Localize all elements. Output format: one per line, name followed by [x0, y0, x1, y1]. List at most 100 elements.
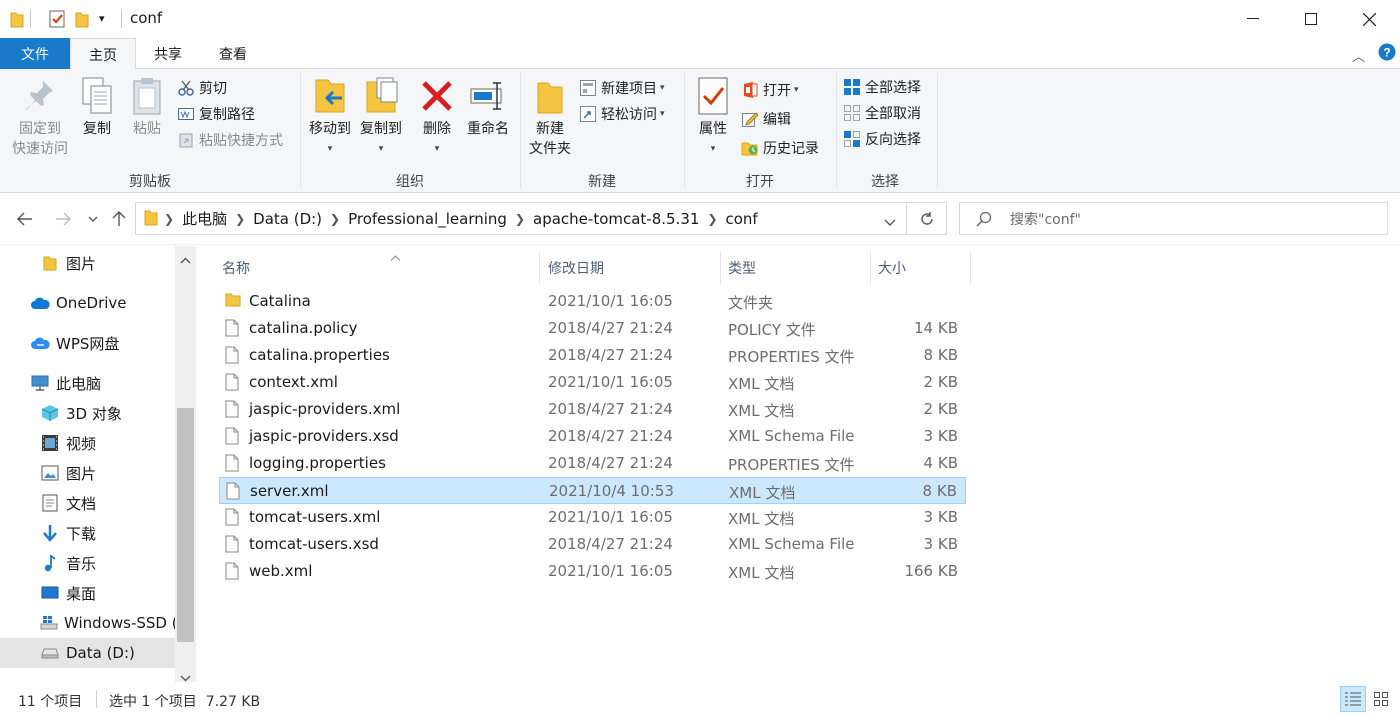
breadcrumb-separator-icon[interactable]: ❯: [707, 212, 717, 226]
file-row[interactable]: tomcat-users.xml 2021/10/1 16:05 XML 文档 3 K…: [219, 504, 966, 531]
back-arrow-icon[interactable]: [12, 207, 38, 231]
copy-path-button[interactable]: 复制路径: [177, 103, 255, 125]
nav-item-documents[interactable]: 文档: [40, 488, 174, 518]
new-folder-button[interactable]: 新建 文件夹: [525, 75, 575, 159]
select-none-button[interactable]: 全部取消: [843, 102, 921, 124]
file-row[interactable]: logging.properties 2018/4/27 21:24 PROPERT…: [219, 450, 966, 477]
tab-home[interactable]: 主页: [70, 38, 136, 70]
large-icons-view-icon: [1374, 692, 1388, 706]
copy-path-label: 复制路径: [199, 107, 255, 123]
column-header-size[interactable]: 大小: [870, 252, 970, 284]
delete-button[interactable]: 删除 ▾: [415, 75, 459, 159]
file-row[interactable]: jaspic-providers.xsd 2018/4/27 21:24 XML S…: [219, 423, 966, 450]
breadcrumb-separator-icon[interactable]: ❯: [515, 212, 525, 226]
breadcrumb-separator-icon[interactable]: ❯: [235, 212, 245, 226]
history-button[interactable]: 历史记录: [741, 137, 819, 159]
file-row[interactable]: server.xml 2021/10/4 10:53 XML 文档 8 KB: [219, 477, 966, 504]
nav-item-music[interactable]: 音乐: [40, 548, 174, 578]
breadcrumb-this-pc[interactable]: 此电脑: [182, 208, 227, 229]
details-view-button[interactable]: [1340, 686, 1366, 712]
new-folder-icon[interactable]: [75, 10, 89, 28]
collapse-ribbon-icon[interactable]: ︿: [1352, 46, 1365, 65]
tab-view[interactable]: 查看: [200, 38, 266, 69]
invert-selection-button[interactable]: 反向选择: [843, 128, 921, 150]
file-row[interactable]: Catalina 2021/10/1 16:05 文件夹: [219, 288, 966, 315]
minimize-button[interactable]: [1224, 0, 1282, 38]
file-name: server.xml: [250, 482, 329, 500]
properties-checkmark-icon[interactable]: [48, 10, 66, 28]
file-modified-date: 2021/10/4 10:53: [549, 482, 674, 500]
file-name: web.xml: [249, 562, 313, 580]
file-row[interactable]: tomcat-users.xsd 2018/4/27 21:24 XML Schem…: [219, 531, 966, 558]
breadcrumb-professional-learning[interactable]: Professional_learning: [348, 210, 507, 228]
new-item-button[interactable]: 新建项目 ▾: [579, 77, 665, 99]
file-row[interactable]: context.xml 2021/10/1 16:05 XML 文档 2 KB: [219, 369, 966, 396]
easy-access-dropdown-icon: ▾: [660, 109, 665, 119]
nav-item-pictures[interactable]: 图片: [40, 458, 174, 488]
maximize-button[interactable]: [1282, 0, 1340, 38]
select-all-button[interactable]: 全部选择: [843, 76, 921, 98]
close-button[interactable]: [1340, 0, 1398, 38]
breadcrumb-data-drive[interactable]: Data (D:): [253, 210, 322, 228]
scroll-down-arrow-icon[interactable]: [180, 670, 191, 682]
copy-to-button[interactable]: 复制到 ▾: [356, 75, 406, 159]
file-type: PROPERTIES 文件: [728, 456, 855, 474]
column-header-date[interactable]: 修改日期: [540, 252, 720, 284]
nav-pane-scrollbar[interactable]: [175, 246, 196, 682]
open-button[interactable]: 打开 ▾: [741, 79, 799, 101]
file-icon: [225, 508, 243, 526]
address-history-chevron-icon[interactable]: [884, 214, 896, 230]
breadcrumb-conf[interactable]: conf: [726, 210, 758, 228]
nav-item-downloads[interactable]: 下载: [40, 518, 174, 548]
nav-item-videos[interactable]: 视频: [40, 428, 174, 458]
customize-toolbar-dropdown-icon[interactable]: ▾: [99, 12, 105, 30]
file-type: XML 文档: [728, 402, 795, 420]
forward-arrow-icon[interactable]: [50, 207, 76, 231]
address-bar[interactable]: ❯ 此电脑 ❯ Data (D:) ❯ Professional_learnin…: [135, 202, 907, 235]
item-count: 11 个项目: [18, 694, 83, 710]
nav-item-this-pc[interactable]: 此电脑: [30, 368, 174, 398]
search-box[interactable]: 搜索"conf": [959, 202, 1388, 235]
tab-file[interactable]: 文件: [0, 38, 70, 69]
easy-access-button[interactable]: 轻松访问 ▾: [579, 103, 665, 125]
group-divider: [937, 73, 938, 189]
column-divider[interactable]: [970, 252, 971, 284]
up-arrow-icon[interactable]: [108, 207, 130, 231]
column-header-name[interactable]: 名称: [214, 252, 539, 284]
large-icons-view-button[interactable]: [1368, 686, 1394, 712]
scrollbar-thumb[interactable]: [177, 408, 194, 642]
nav-item-windows-ssd[interactable]: Windows-SSD (: [40, 608, 178, 638]
properties-button[interactable]: 属性 ▾: [691, 75, 735, 159]
tab-share[interactable]: 共享: [136, 38, 200, 69]
paste-shortcut-button[interactable]: 粘贴快捷方式: [177, 129, 283, 151]
wps-cloud-icon: [30, 334, 50, 352]
refresh-button[interactable]: [907, 202, 947, 235]
breadcrumb-separator-icon[interactable]: ❯: [330, 212, 340, 226]
nav-item-onedrive[interactable]: OneDrive: [30, 288, 174, 318]
pin-to-quick-access-button[interactable]: 固定到 快速访问: [8, 75, 72, 159]
nav-item-wps-drive[interactable]: WPS网盘: [30, 328, 174, 358]
recent-locations-chevron-icon[interactable]: [84, 207, 102, 231]
nav-item-pictures-quick[interactable]: 图片: [40, 248, 174, 278]
file-row[interactable]: catalina.policy 2018/4/27 21:24 POLICY 文件 1…: [219, 315, 966, 342]
help-icon[interactable]: ?: [1378, 43, 1396, 65]
file-icon: [225, 562, 243, 580]
scroll-up-arrow-icon[interactable]: [180, 252, 191, 268]
pin-icon: [20, 75, 60, 117]
edit-button[interactable]: 编辑: [741, 108, 791, 130]
nav-item-desktop[interactable]: 桌面: [40, 578, 174, 608]
file-row[interactable]: jaspic-providers.xml 2018/4/27 21:24 XML 文…: [219, 396, 966, 423]
file-row[interactable]: web.xml 2021/10/1 16:05 XML 文档 166 KB: [219, 558, 966, 585]
file-row[interactable]: catalina.properties 2018/4/27 21:24 PROPER…: [219, 342, 966, 369]
move-to-button[interactable]: 移动到 ▾: [305, 75, 355, 159]
move-to-icon: [310, 75, 350, 117]
rename-button[interactable]: 重命名: [463, 75, 513, 139]
breadcrumb-separator-icon[interactable]: ❯: [164, 212, 174, 226]
breadcrumb-apache-tomcat[interactable]: apache-tomcat-8.5.31: [533, 210, 699, 228]
column-header-type[interactable]: 类型: [720, 252, 870, 284]
nav-item-data-drive[interactable]: Data (D:): [0, 638, 175, 668]
copy-button[interactable]: 复制: [76, 75, 118, 139]
paste-button[interactable]: 粘贴: [126, 75, 168, 139]
cut-button[interactable]: 剪切: [177, 77, 227, 99]
nav-item-3d-objects[interactable]: 3D 对象: [40, 398, 174, 428]
